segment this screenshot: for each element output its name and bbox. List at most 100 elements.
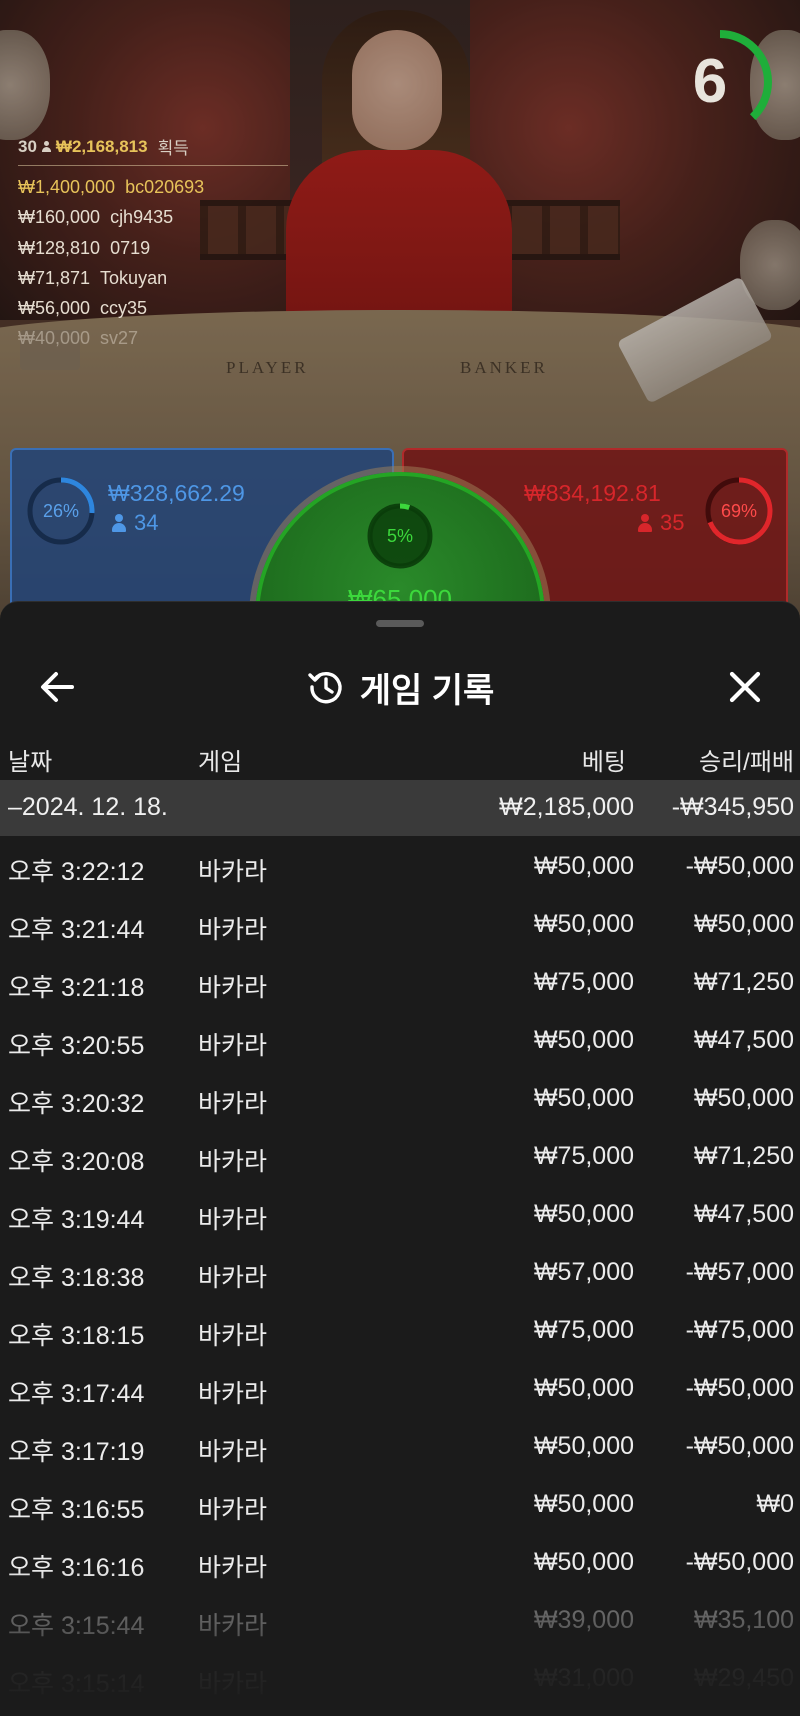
row-game: 바카라 [198,858,268,886]
date-group-bet-total: ₩2,185,000 [499,793,634,821]
player-bet-amount: ₩328,662.29 [108,480,245,506]
row-win-loss: ₩71,250 [693,1142,794,1170]
history-row[interactable]: 오후 3:20:32 바카라 ₩50,000 ₩50,000 [0,1069,800,1127]
row-time: 오후 3:20:32 [8,1090,145,1118]
row-bet: ₩57,000 [533,1258,634,1286]
winner-amount: ₩40,000 [18,328,91,349]
sheet-drag-handle[interactable] [376,620,424,627]
history-row[interactable]: 오후 3:18:38 바카라 ₩57,000 -₩57,000 [0,1243,800,1301]
history-row[interactable]: 오후 3:16:16 바카라 ₩50,000 -₩50,000 [0,1533,800,1591]
column-header-date: 날짜 [8,749,53,776]
history-icon [308,671,342,704]
row-time: 오후 3:18:15 [8,1322,145,1350]
row-win-loss: ₩29,450 [693,1664,794,1692]
history-row[interactable]: 오후 3:20:55 바카라 ₩50,000 ₩47,500 [0,1011,800,1069]
row-win-loss: -₩50,000 [685,1548,794,1576]
row-time: 오후 3:22:12 [8,858,145,886]
history-row[interactable]: 오후 3:17:19 바카라 ₩50,000 -₩50,000 [0,1417,800,1475]
history-row[interactable]: 오후 3:17:44 바카라 ₩50,000 -₩50,000 [0,1359,800,1417]
person-icon [638,514,652,532]
row-game: 바카라 [198,1554,268,1582]
winner-entry: ₩40,000 sv27 [18,323,288,353]
date-group-row[interactable]: –2024. 12. 18. ₩2,185,000 -₩345,950 [0,780,800,836]
player-percent: 26% [42,501,80,521]
game-history-sheet: 게임 기록 날짜 게임 베팅 승리/패배 –2024. 12. 18. ₩2,1… [0,601,800,1716]
row-bet: ₩50,000 [533,910,634,938]
row-time: 오후 3:21:44 [8,916,145,944]
close-icon [729,671,761,703]
winner-amount: ₩1,400,000 [18,177,116,197]
player-bettor-count: 34 [112,510,158,536]
row-bet: ₩50,000 [533,1432,634,1460]
tie-percent-ring: 5% [364,500,436,572]
history-row[interactable]: 오후 3:21:18 바카라 ₩75,000 ₩71,250 [0,953,800,1011]
tie-percent: 5% [386,526,413,546]
row-win-loss: ₩35,100 [693,1606,794,1634]
row-win-loss: ₩71,250 [693,968,794,996]
row-time: 오후 3:17:44 [8,1380,145,1408]
column-header-win-loss: 승리/패배 [699,749,794,776]
close-button[interactable] [720,662,770,712]
winner-amount: ₩160,000 [18,207,101,228]
row-win-loss: ₩47,500 [693,1200,794,1228]
row-win-loss: ₩0 [756,1490,795,1518]
person-icon [112,514,126,532]
winner-entry: ₩71,871 Tokuyan [18,263,288,293]
history-row[interactable]: 오후 3:19:44 바카라 ₩50,000 ₩47,500 [0,1185,800,1243]
player-percent-ring: 26% [24,474,98,548]
winner-name: ccy35 [100,298,148,319]
winners-count: 30 [18,136,37,156]
row-win-loss: ₩47,500 [693,1026,794,1054]
history-row[interactable]: 오후 3:20:08 바카라 ₩75,000 ₩71,250 [0,1127,800,1185]
column-header-game: 게임 [198,749,243,776]
row-bet: ₩50,000 [533,1200,634,1228]
winner-entry: ₩128,810 0719 [18,233,288,263]
row-bet: ₩39,000 [533,1606,634,1634]
history-row[interactable]: 오후 3:16:55 바카라 ₩50,000 ₩0 [0,1475,800,1533]
banker-percent: 69% [720,501,758,521]
row-game: 바카라 [198,974,268,1002]
row-time: 오후 3:19:44 [8,1206,145,1234]
sheet-header: 게임 기록 [0,642,800,732]
banker-count-value: 35 [660,510,685,535]
winner-name: sv27 [100,328,139,349]
date-group-label: –2024. 12. 18. [8,793,168,821]
row-win-loss: ₩50,000 [693,910,794,938]
row-time: 오후 3:18:38 [8,1264,145,1292]
row-bet: ₩75,000 [533,1142,634,1170]
row-bet: ₩50,000 [533,852,634,880]
row-game: 바카라 [198,1206,268,1234]
winner-name: 0719 [110,237,151,258]
player-count-value: 34 [134,510,159,535]
row-bet: ₩50,000 [533,1026,634,1054]
history-rows: 오후 3:22:12 바카라 ₩50,000 -₩50,000 오후 3:21:44 바카… [0,837,800,1707]
row-game: 바카라 [198,1322,268,1350]
winner-entry: ₩56,000 ccy35 [18,293,288,323]
row-bet: ₩75,000 [533,968,634,996]
winners-header: 30 ₩2,168,813 획득 [18,134,288,166]
winner-entry: ₩160,000 cjh9435 [18,202,288,232]
history-row[interactable]: 오후 3:18:15 바카라 ₩75,000 -₩75,000 [0,1301,800,1359]
column-header-bet: 베팅 [581,749,626,776]
row-game: 바카라 [198,1496,268,1524]
history-row[interactable]: 오후 3:15:14 바카라 ₩31,000 ₩29,450 [0,1649,800,1707]
row-game: 바카라 [198,1090,268,1118]
winners-total-suffix: 획득 [157,139,189,158]
history-row[interactable]: 오후 3:22:12 바카라 ₩50,000 -₩50,000 [0,837,800,895]
row-bet: ₩50,000 [533,1084,634,1112]
history-row[interactable]: 오후 3:21:44 바카라 ₩50,000 ₩50,000 [0,895,800,953]
countdown-timer: 6 [664,26,776,138]
row-bet: ₩75,000 [533,1316,634,1344]
row-win-loss: -₩75,000 [685,1316,794,1344]
row-win-loss: -₩50,000 [685,1374,794,1402]
column-headers: 날짜 게임 베팅 승리/패배 [0,732,800,780]
winner-amount: ₩56,000 [18,298,91,319]
row-time: 오후 3:20:55 [8,1032,145,1060]
row-bet: ₩50,000 [533,1490,634,1518]
history-row[interactable]: 오후 3:15:44 바카라 ₩39,000 ₩35,100 [0,1591,800,1649]
sheet-title-group: 게임 기록 [0,662,800,712]
row-time: 오후 3:17:19 [8,1438,145,1466]
row-game: 바카라 [198,1438,268,1466]
row-time: 오후 3:15:44 [8,1612,145,1640]
winners-total: ₩2,168,813 [55,136,148,156]
